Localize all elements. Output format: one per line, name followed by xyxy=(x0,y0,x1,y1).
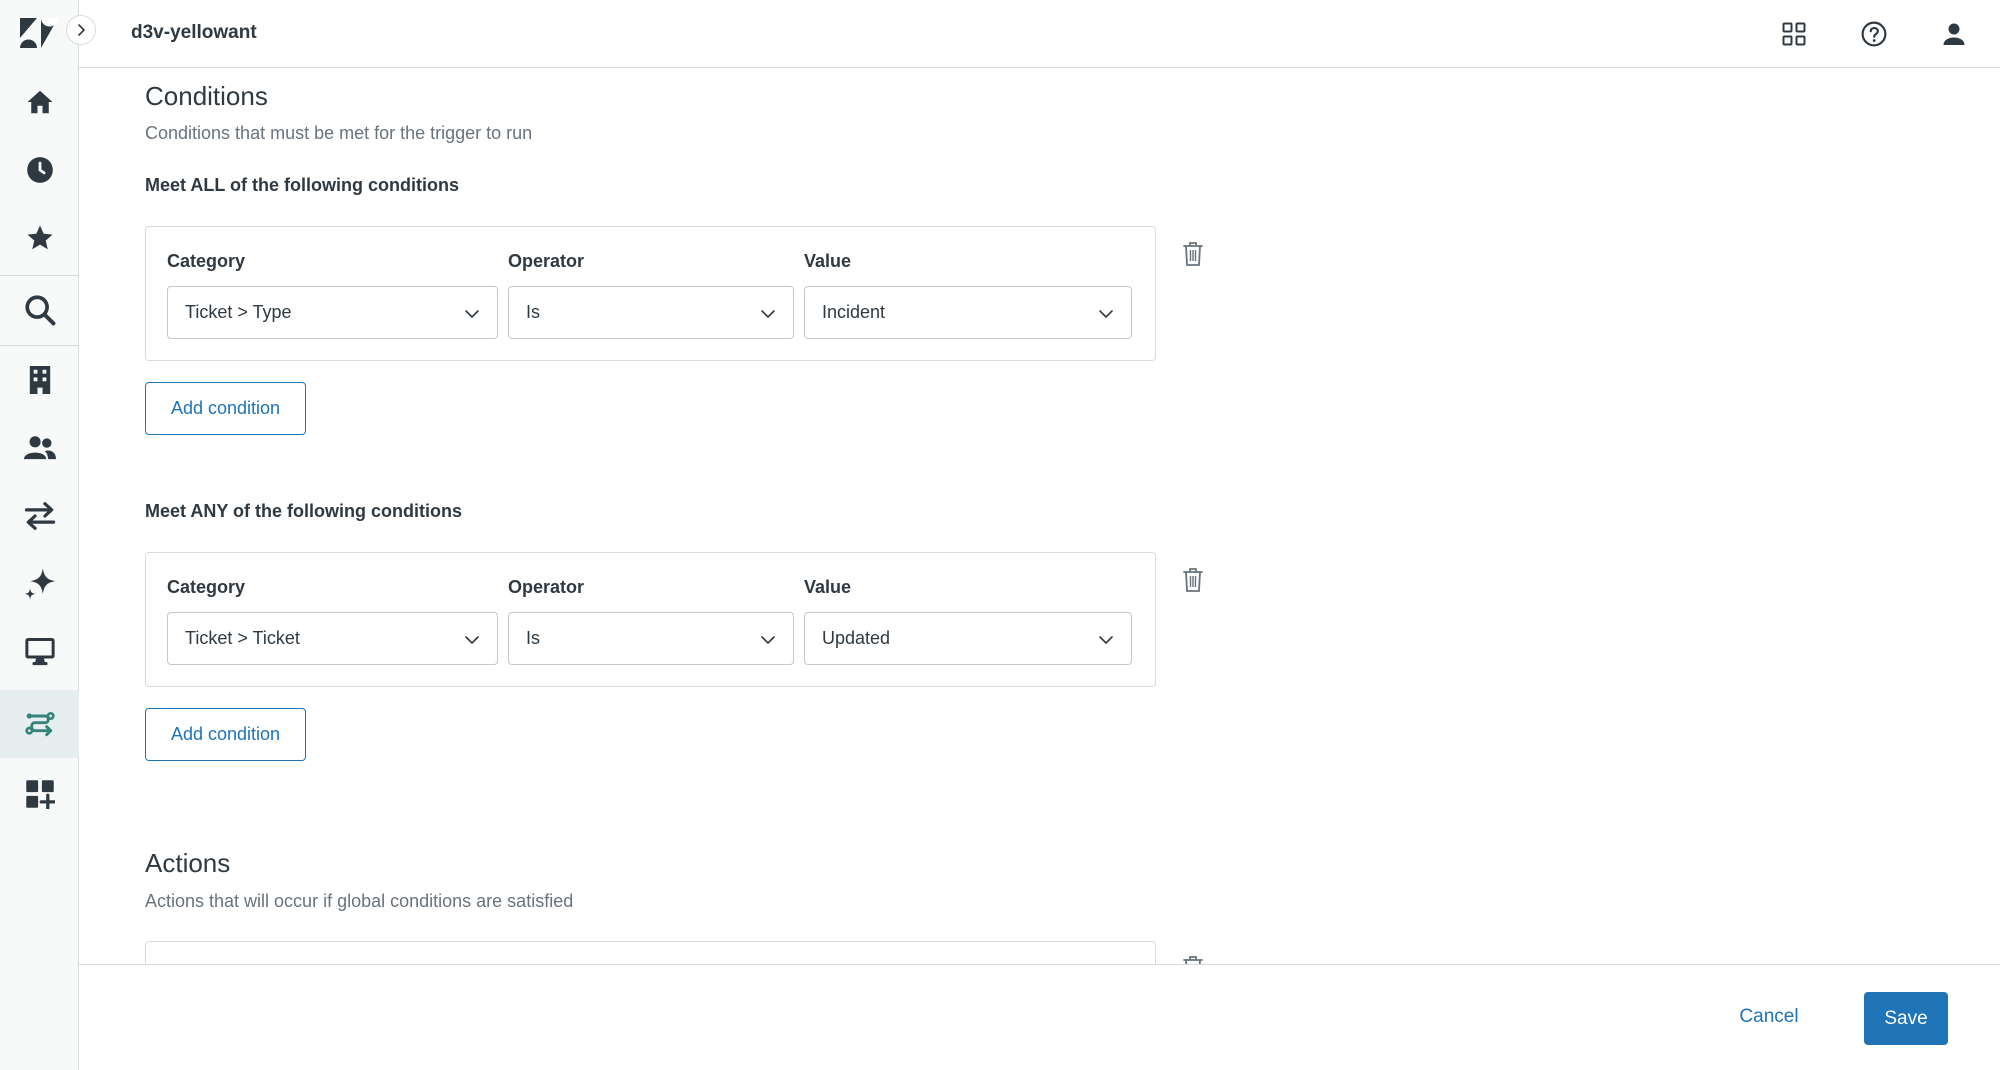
category-select-value: Ticket > Type xyxy=(185,302,292,322)
delete-condition-button[interactable] xyxy=(1182,241,1204,267)
any-conditions-title: Meet ANY of the following conditions xyxy=(145,501,462,521)
operator-label: Operator xyxy=(508,251,585,271)
nav-starred[interactable] xyxy=(0,204,79,272)
account-name: d3v-yellowant xyxy=(131,22,257,43)
home-icon xyxy=(27,90,52,114)
product-tray-button[interactable] xyxy=(1778,18,1810,50)
nav-search[interactable] xyxy=(0,276,79,344)
trash-icon xyxy=(1183,242,1203,266)
chevron-down-icon xyxy=(1099,636,1113,645)
category-select[interactable]: Ticket > Type xyxy=(167,286,498,339)
operator-label: Operator xyxy=(508,577,585,597)
delete-action-button[interactable] xyxy=(1182,955,1204,964)
chevron-down-icon xyxy=(1099,310,1113,319)
people-icon xyxy=(23,436,56,460)
actions-subtitle: Actions that will occur if global condit… xyxy=(145,891,574,911)
save-button[interactable]: Save xyxy=(1864,992,1948,1045)
zendesk-logo[interactable] xyxy=(20,18,58,48)
action-row xyxy=(145,941,1156,964)
nav-conversations[interactable] xyxy=(0,482,79,550)
any-condition-row: Category Operator Value Ticket > Ticket … xyxy=(145,552,1156,687)
add-any-condition-button[interactable]: Add condition xyxy=(145,708,306,761)
left-nav-rail xyxy=(0,0,79,1070)
help-button[interactable] xyxy=(1858,18,1890,50)
star-icon xyxy=(27,225,52,250)
trash-icon xyxy=(1183,568,1203,592)
nav-home[interactable] xyxy=(0,68,79,136)
add-all-condition-button[interactable]: Add condition xyxy=(145,382,306,435)
value-select-value: Incident xyxy=(822,302,886,322)
all-condition-row: Category Operator Value Ticket > Type Is… xyxy=(145,226,1156,361)
expand-nav-button[interactable] xyxy=(66,15,96,45)
delete-condition-button[interactable] xyxy=(1182,567,1204,593)
cancel-button[interactable]: Cancel xyxy=(1729,992,1809,1042)
footer-bar: Cancel Save xyxy=(79,964,2000,1070)
category-label: Category xyxy=(167,577,246,597)
workflow-icon xyxy=(24,712,55,737)
nav-workspaces[interactable] xyxy=(0,618,79,686)
building-icon xyxy=(29,366,50,394)
chevron-down-icon xyxy=(465,310,479,319)
user-menu-button[interactable] xyxy=(1938,18,1970,50)
chevron-down-icon xyxy=(465,636,479,645)
nav-recent[interactable] xyxy=(0,136,79,204)
value-label: Value xyxy=(804,577,852,597)
conditions-title: Conditions xyxy=(145,81,268,111)
category-select-value: Ticket > Ticket xyxy=(185,628,300,648)
conditions-subtitle: Conditions that must be met for the trig… xyxy=(145,123,533,143)
apps-add-icon xyxy=(25,780,55,809)
chevron-right-icon xyxy=(78,24,86,36)
chevron-down-icon xyxy=(761,310,775,319)
monitor-icon xyxy=(24,638,55,666)
nav-customers[interactable] xyxy=(0,414,79,482)
nav-ai[interactable] xyxy=(0,550,79,618)
category-select[interactable]: Ticket > Ticket xyxy=(167,612,498,665)
value-select-value: Updated xyxy=(822,628,891,648)
trash-icon xyxy=(1183,956,1203,964)
category-label: Category xyxy=(167,251,246,271)
actions-title: Actions xyxy=(145,848,231,878)
value-select[interactable]: Incident xyxy=(804,286,1132,339)
operator-select-value: Is xyxy=(526,302,541,322)
trigger-editor: Conditions Conditions that must be met f… xyxy=(79,69,2000,964)
nav-objects-rules[interactable] xyxy=(0,690,79,758)
user-icon xyxy=(1943,23,1965,45)
value-select[interactable]: Updated xyxy=(804,612,1132,665)
operator-select-value: Is xyxy=(526,628,541,648)
top-bar: d3v-yellowant xyxy=(79,0,2000,68)
sparkle-icon xyxy=(23,568,56,600)
clock-icon xyxy=(26,157,53,183)
operator-select[interactable]: Is xyxy=(508,286,794,339)
operator-select[interactable]: Is xyxy=(508,612,794,665)
nav-organizations[interactable] xyxy=(0,346,79,414)
grid-icon xyxy=(1782,22,1806,46)
arrows-icon xyxy=(24,502,55,530)
value-label: Value xyxy=(804,251,852,271)
all-conditions-title: Meet ALL of the following conditions xyxy=(145,175,459,195)
help-icon xyxy=(1861,21,1887,47)
chevron-down-icon xyxy=(761,636,775,645)
search-icon xyxy=(24,295,55,326)
nav-apps[interactable] xyxy=(0,760,79,828)
